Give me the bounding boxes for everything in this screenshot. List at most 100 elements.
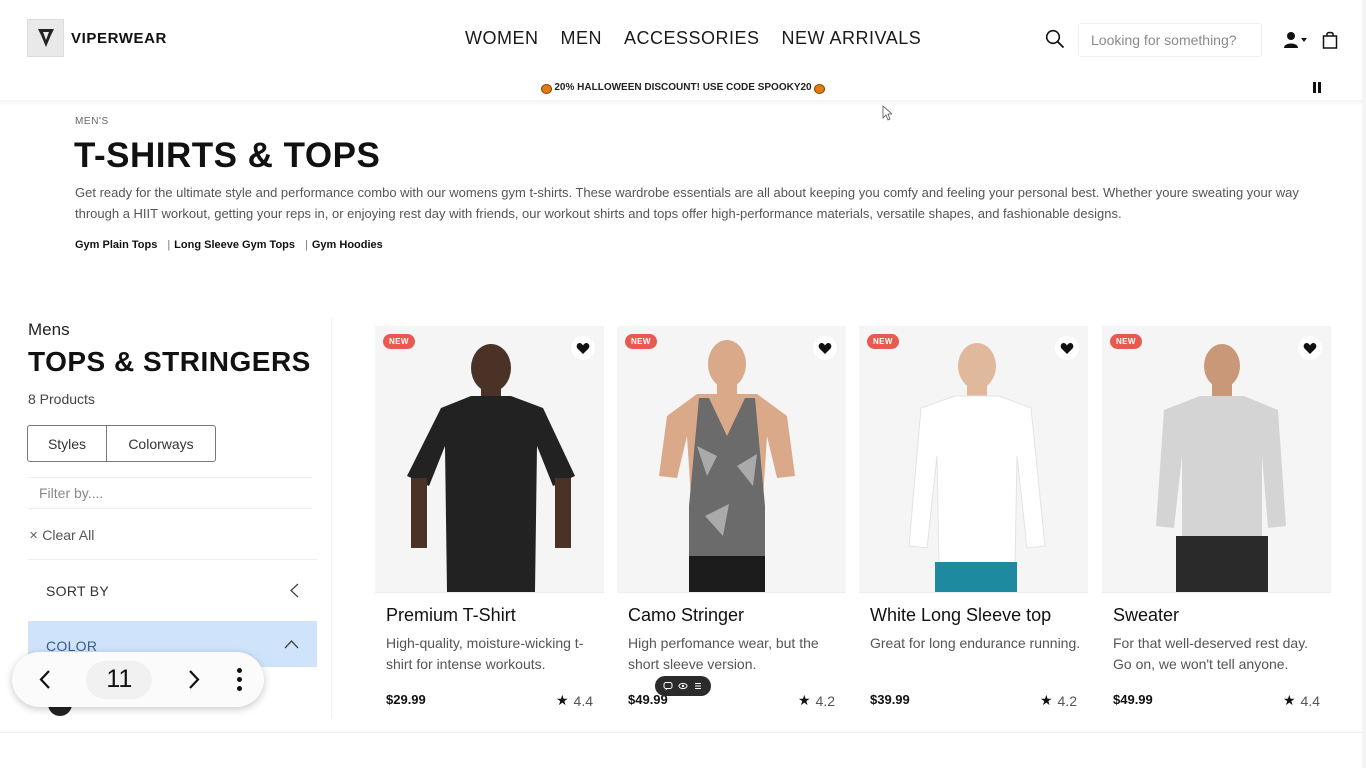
sort-by-label: SORT BY	[46, 582, 110, 599]
new-badge: NEW	[867, 334, 899, 349]
nav-item-accessories[interactable]: ACCESSORIES	[624, 28, 760, 49]
product-image[interactable]: NEW	[1102, 326, 1331, 592]
card-divider	[375, 592, 604, 593]
more-options-icon[interactable]	[236, 668, 242, 691]
footer-divider	[0, 732, 1366, 733]
eye-icon[interactable]	[678, 681, 688, 691]
chevron-left-icon	[290, 583, 299, 598]
chevron-left-icon	[38, 670, 50, 689]
product-description: For that well-deserved rest day. Go on, …	[1113, 635, 1309, 672]
card-divider	[1102, 592, 1331, 593]
header-divider	[0, 100, 1366, 106]
product-price: $49.99	[1113, 692, 1153, 707]
rating-value: 4.2	[1057, 692, 1077, 709]
chevron-up-icon	[284, 639, 299, 648]
link-gym-plain-tops[interactable]: Gym Plain Tops	[75, 239, 157, 251]
product-card[interactable]: NEW Sweater For that well-deserved rest …	[1102, 326, 1331, 718]
product-price: $29.99	[386, 692, 426, 707]
product-rating: ★ 4.2	[1040, 692, 1077, 709]
filter-input[interactable]	[28, 477, 312, 509]
card-divider	[859, 592, 1088, 593]
product-card[interactable]: NEW Camo Stringer High perfomance wear, …	[617, 326, 846, 718]
product-price: $39.99	[870, 692, 910, 707]
chevron-right-icon	[189, 670, 200, 689]
product-count: 8 Products	[28, 391, 95, 407]
rating-value: 4.2	[815, 692, 835, 709]
pumpkin-icon	[541, 84, 553, 94]
breadcrumb[interactable]: MEN'S	[75, 116, 109, 127]
rating-value: 4.4	[1300, 692, 1320, 709]
page-navigator: 11	[12, 652, 264, 707]
heart-icon[interactable]	[571, 336, 595, 360]
site-header: VIPERWEAR WOMEN MEN ACCESSORIES NEW ARRI…	[0, 0, 1366, 78]
heart-icon[interactable]	[1055, 336, 1079, 360]
comment-icon[interactable]	[663, 681, 673, 691]
scrollbar[interactable]	[1362, 0, 1366, 768]
close-icon: ✕	[29, 529, 39, 542]
product-rating: ★ 4.2	[798, 692, 835, 709]
product-description: Great for long endurance running.	[870, 635, 1081, 651]
sidebar-divider	[331, 318, 332, 718]
sidebar-title: TOPS & STRINGERS	[28, 346, 311, 377]
view-toggle: Styles Colorways	[27, 425, 216, 462]
product-card[interactable]: NEW Premium T-Shirt High-quality, moistu…	[375, 326, 604, 718]
main-nav: WOMEN MEN ACCESSORIES NEW ARRIVALS	[465, 28, 921, 49]
tab-styles[interactable]: Styles	[28, 426, 107, 461]
product-image[interactable]: NEW	[375, 326, 604, 592]
tab-colorways[interactable]: Colorways	[107, 426, 215, 461]
viper-logo-icon[interactable]	[27, 19, 64, 57]
category-description: Get ready for the ultimate style and per…	[75, 185, 1299, 221]
floating-toolbar	[655, 676, 711, 696]
product-description: High-quality, moisture-wicking t-shirt f…	[386, 635, 584, 672]
new-badge: NEW	[383, 334, 415, 349]
link-separator: |	[305, 239, 308, 251]
search-input[interactable]	[1078, 23, 1262, 57]
heart-icon[interactable]	[1298, 336, 1322, 360]
star-icon: ★	[1039, 692, 1053, 708]
product-rating: ★ 4.4	[1283, 692, 1320, 709]
new-badge: NEW	[625, 334, 657, 349]
prev-page-button[interactable]	[34, 670, 54, 690]
link-separator: |	[167, 239, 171, 251]
list-icon[interactable]	[693, 681, 703, 691]
new-badge: NEW	[1110, 334, 1142, 349]
product-name[interactable]: White Long Sleeve top	[870, 605, 1051, 626]
product-name[interactable]: Camo Stringer	[628, 605, 744, 626]
page-number[interactable]: 11	[86, 660, 153, 699]
product-grid: NEW Premium T-Shirt High-quality, moistu…	[375, 326, 1332, 718]
brand-name[interactable]: VIPERWEAR	[71, 30, 167, 47]
promo-banner: 20% HALLOWEEN DISCOUNT! USE CODE SPOOKY2…	[0, 78, 1366, 100]
link-gym-hoodies[interactable]: Gym Hoodies	[312, 239, 383, 251]
product-description: High perfomance wear, but the short slee…	[628, 635, 819, 672]
rating-value: 4.4	[573, 692, 593, 709]
nav-item-men[interactable]: MEN	[561, 28, 603, 49]
sort-by-accordion[interactable]: SORT BY	[28, 559, 317, 621]
clear-all-label: Clear All	[42, 527, 95, 543]
mouse-cursor-icon	[882, 105, 892, 121]
clear-all-button[interactable]: ✕ Clear All	[29, 527, 94, 543]
category-links: Gym Plain Tops | Long Sleeve Gym Tops | …	[75, 239, 383, 251]
promo-text: 20% HALLOWEEN DISCOUNT! USE CODE SPOOKY2…	[554, 82, 812, 93]
product-card[interactable]: NEW White Long Sleeve top Great for long…	[859, 326, 1088, 718]
pumpkin-icon	[813, 84, 825, 94]
pause-icon[interactable]	[1313, 82, 1323, 93]
nav-item-new-arrivals[interactable]: NEW ARRIVALS	[782, 28, 922, 49]
next-page-button[interactable]	[185, 670, 205, 690]
product-name[interactable]: Premium T-Shirt	[386, 605, 516, 626]
shopping-bag-icon[interactable]	[1322, 31, 1339, 49]
search-icon[interactable]	[1045, 29, 1067, 51]
link-long-sleeve-gym-tops[interactable]: Long Sleeve Gym Tops	[174, 239, 295, 251]
page-title: T-SHIRTS & TOPS	[74, 136, 381, 175]
product-rating: ★ 4.4	[556, 692, 593, 709]
product-image[interactable]: NEW	[617, 326, 846, 592]
user-icon[interactable]	[1283, 31, 1311, 49]
sidebar-label: Mens	[28, 320, 70, 339]
card-divider	[617, 592, 846, 593]
star-icon: ★	[797, 692, 811, 708]
product-image[interactable]: NEW	[859, 326, 1088, 592]
star-icon: ★	[1282, 692, 1296, 708]
heart-icon[interactable]	[813, 336, 837, 360]
product-name[interactable]: Sweater	[1113, 605, 1179, 626]
nav-item-women[interactable]: WOMEN	[465, 28, 539, 49]
star-icon: ★	[555, 692, 569, 708]
